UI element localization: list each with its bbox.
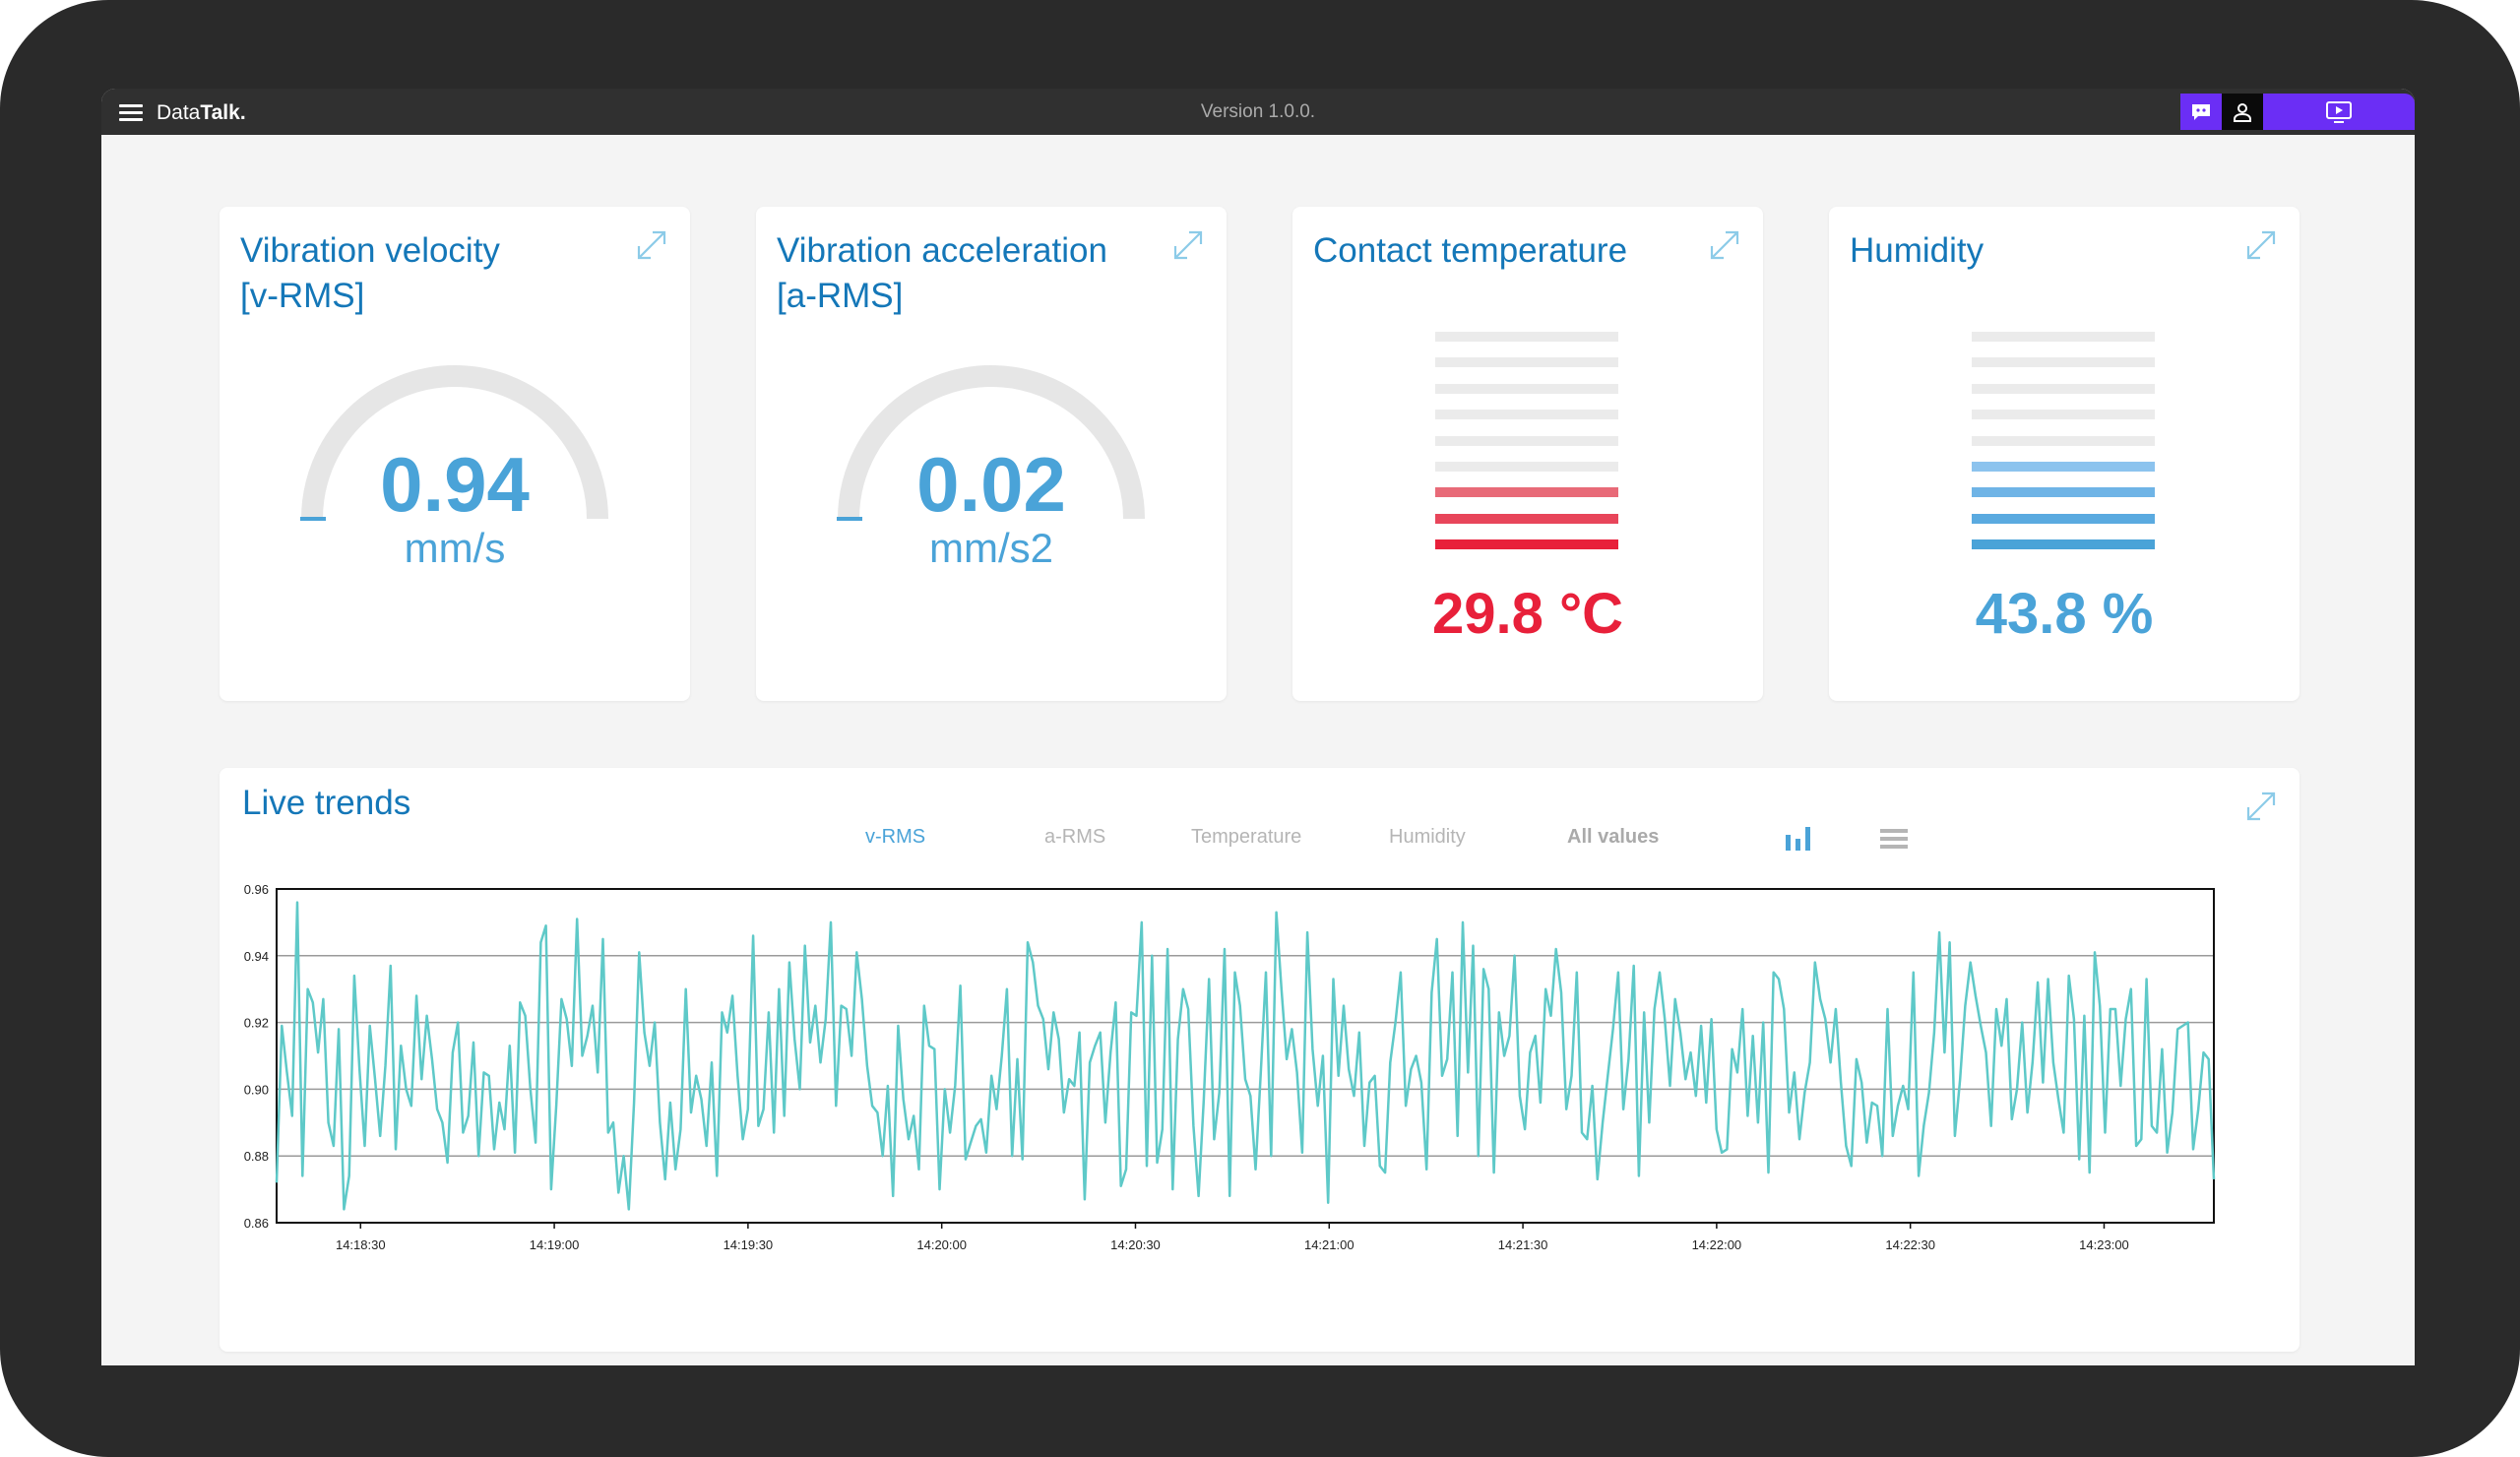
card-title: Vibration acceleration [a-RMS] [777,228,1107,319]
level-bar [1435,357,1618,368]
y-tick-label: 0.88 [244,1149,269,1164]
y-tick-label: 0.92 [244,1016,269,1031]
level-bar [1972,435,2155,446]
x-tick-label: 14:21:30 [1498,1237,1548,1252]
expand-icon[interactable] [2244,228,2278,262]
trend-chart: 0.96 0.94 0.92 0.90 0.88 0.86 14:18:30 14:19:00… [244,882,2216,1252]
top-bar: DataTalk. Version 1.0.0. [101,89,2415,135]
x-tick-label: 14:19:00 [530,1237,580,1252]
x-tick-label: 14:23:00 [2079,1237,2129,1252]
level-bar [1972,410,2155,420]
level-bar [1972,332,2155,342]
gauge-value: 0.02 [916,441,1066,528]
series-line-v-rms [275,901,2216,1211]
card-title: Contact temperature [1313,231,1628,270]
level-bar [1972,513,2155,524]
x-tick-label: 14:20:00 [916,1237,967,1252]
plot-frame [276,888,2215,1224]
card-title-line1: Vibration velocity [240,231,500,270]
humidity-level-bars [1972,332,2155,566]
x-tick-label: 14:22:00 [1692,1237,1742,1252]
card-title: Humidity [1850,231,1984,270]
card-humidity: Humidity 43.8 % [1829,207,2300,701]
x-tick-label: 14:21:00 [1304,1237,1354,1252]
level-bar [1972,539,2155,550]
card-vibration-velocity: Vibration velocity [v-RMS] 0.94 mm/s [220,207,690,701]
chat-button[interactable] [2180,94,2222,130]
level-bar [1435,461,1618,472]
temperature-level-bars [1435,332,1618,566]
level-bar [1972,383,2155,394]
card-vibration-acceleration: Vibration acceleration [a-RMS] 0.02 mm/s2 [756,207,1227,701]
presentation-button[interactable] [2263,94,2415,130]
y-tick-label: 0.90 [244,1082,269,1097]
level-bar [1435,513,1618,524]
monitor-play-icon [2326,100,2352,123]
card-title-line2: [a-RMS] [777,277,904,315]
x-tick-label: 14:19:30 [724,1237,774,1252]
level-bar [1972,487,2155,498]
y-tick-label: 0.96 [244,882,269,897]
humidity-value: 43.8 % [1975,582,2154,646]
chat-bubble-icon [2192,103,2210,120]
card-title: Vibration velocity [v-RMS] [240,228,500,319]
temperature-value: 29.8 °C [1431,582,1624,646]
x-tick-label: 14:18:30 [336,1237,386,1252]
gauge-value: 0.94 [380,441,530,528]
level-bar [1972,461,2155,472]
user-button[interactable] [2222,94,2263,130]
level-bar [1435,332,1618,342]
level-bar [1435,435,1618,446]
level-bar [1435,539,1618,550]
gauge-unit: mm/s [404,525,506,571]
card-title-line2: [v-RMS] [240,277,365,315]
card-title-line1: Vibration acceleration [777,231,1107,270]
card-live-trends: Live trends v-RMS a-RMS Temperature Humi… [220,768,2300,1352]
app-screen: DataTalk. Version 1.0.0. Vibration veloc… [101,89,2415,1365]
expand-icon[interactable] [1708,228,1741,262]
y-tick-label: 0.86 [244,1216,269,1231]
level-bar [1435,410,1618,420]
level-bar [1435,487,1618,498]
version-label: Version 1.0.0. [1200,101,1316,122]
x-tick-label: 14:22:30 [1885,1237,1935,1252]
level-bar [1972,357,2155,368]
expand-icon[interactable] [635,228,668,262]
expand-icon[interactable] [1171,228,1205,262]
level-bar [1435,383,1618,394]
gauge-unit: mm/s2 [929,525,1053,571]
y-tick-label: 0.94 [244,949,269,964]
x-tick-label: 14:20:30 [1110,1237,1161,1252]
card-contact-temperature: Contact temperature 29.8 °C [1292,207,1763,701]
user-icon [2234,102,2251,122]
